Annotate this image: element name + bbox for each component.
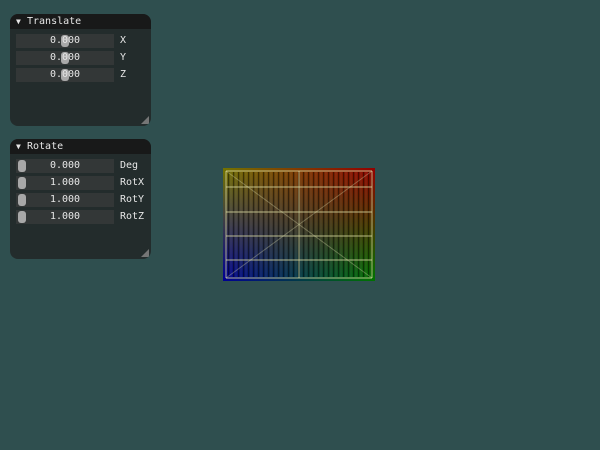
rotate-deg-slider[interactable]: 0.000 [16, 159, 114, 173]
rotate-row-rotx: 1.000 RotX [10, 176, 151, 190]
rotate-title: Rotate [27, 141, 64, 152]
rotate-rotz-slider[interactable]: 1.000 [16, 210, 114, 224]
slider-value: 0.000 [49, 160, 81, 171]
translate-z-slider[interactable]: 0.000 [16, 68, 114, 82]
resize-grip-icon[interactable] [141, 249, 149, 257]
translate-row-z: 0.000 Z [10, 68, 151, 82]
slider-label: RotY [120, 194, 145, 205]
slider-label: Y [120, 52, 127, 63]
translate-row-x: 0.000 X [10, 34, 151, 48]
slider-value: 0.000 [49, 52, 81, 63]
slider-value: 0.000 [49, 35, 81, 46]
resize-grip-icon[interactable] [141, 116, 149, 124]
textured-quad [223, 168, 375, 281]
rotate-rotx-slider[interactable]: 1.000 [16, 176, 114, 190]
slider-label: X [120, 35, 127, 46]
slider-value: 1.000 [49, 211, 81, 222]
quad-canvas [223, 168, 375, 281]
translate-titlebar[interactable]: ▼ Translate [10, 14, 151, 29]
slider-label: Deg [120, 160, 139, 171]
rotate-row-roty: 1.000 RotY [10, 193, 151, 207]
rotate-roty-slider[interactable]: 1.000 [16, 193, 114, 207]
translate-x-slider[interactable]: 0.000 [16, 34, 114, 48]
translate-row-y: 0.000 Y [10, 51, 151, 65]
translate-y-slider[interactable]: 0.000 [16, 51, 114, 65]
rotate-row-deg: 0.000 Deg [10, 159, 151, 173]
collapse-triangle-icon[interactable]: ▼ [16, 14, 26, 29]
rotate-row-rotz: 1.000 RotZ [10, 210, 151, 224]
slider-label: RotX [120, 177, 145, 188]
collapse-triangle-icon[interactable]: ▼ [16, 139, 26, 154]
slider-label: RotZ [120, 211, 145, 222]
rotate-window[interactable]: ▼ Rotate 0.000 Deg 1.000 RotX 1.000 RotY [10, 139, 151, 259]
slider-label: Z [120, 69, 127, 80]
slider-value: 1.000 [49, 194, 81, 205]
translate-title: Translate [27, 16, 82, 27]
slider-value: 1.000 [49, 177, 81, 188]
rotate-titlebar[interactable]: ▼ Rotate [10, 139, 151, 154]
translate-window[interactable]: ▼ Translate 0.000 X 0.000 Y 0.000 Z [10, 14, 151, 126]
slider-value: 0.000 [49, 69, 81, 80]
